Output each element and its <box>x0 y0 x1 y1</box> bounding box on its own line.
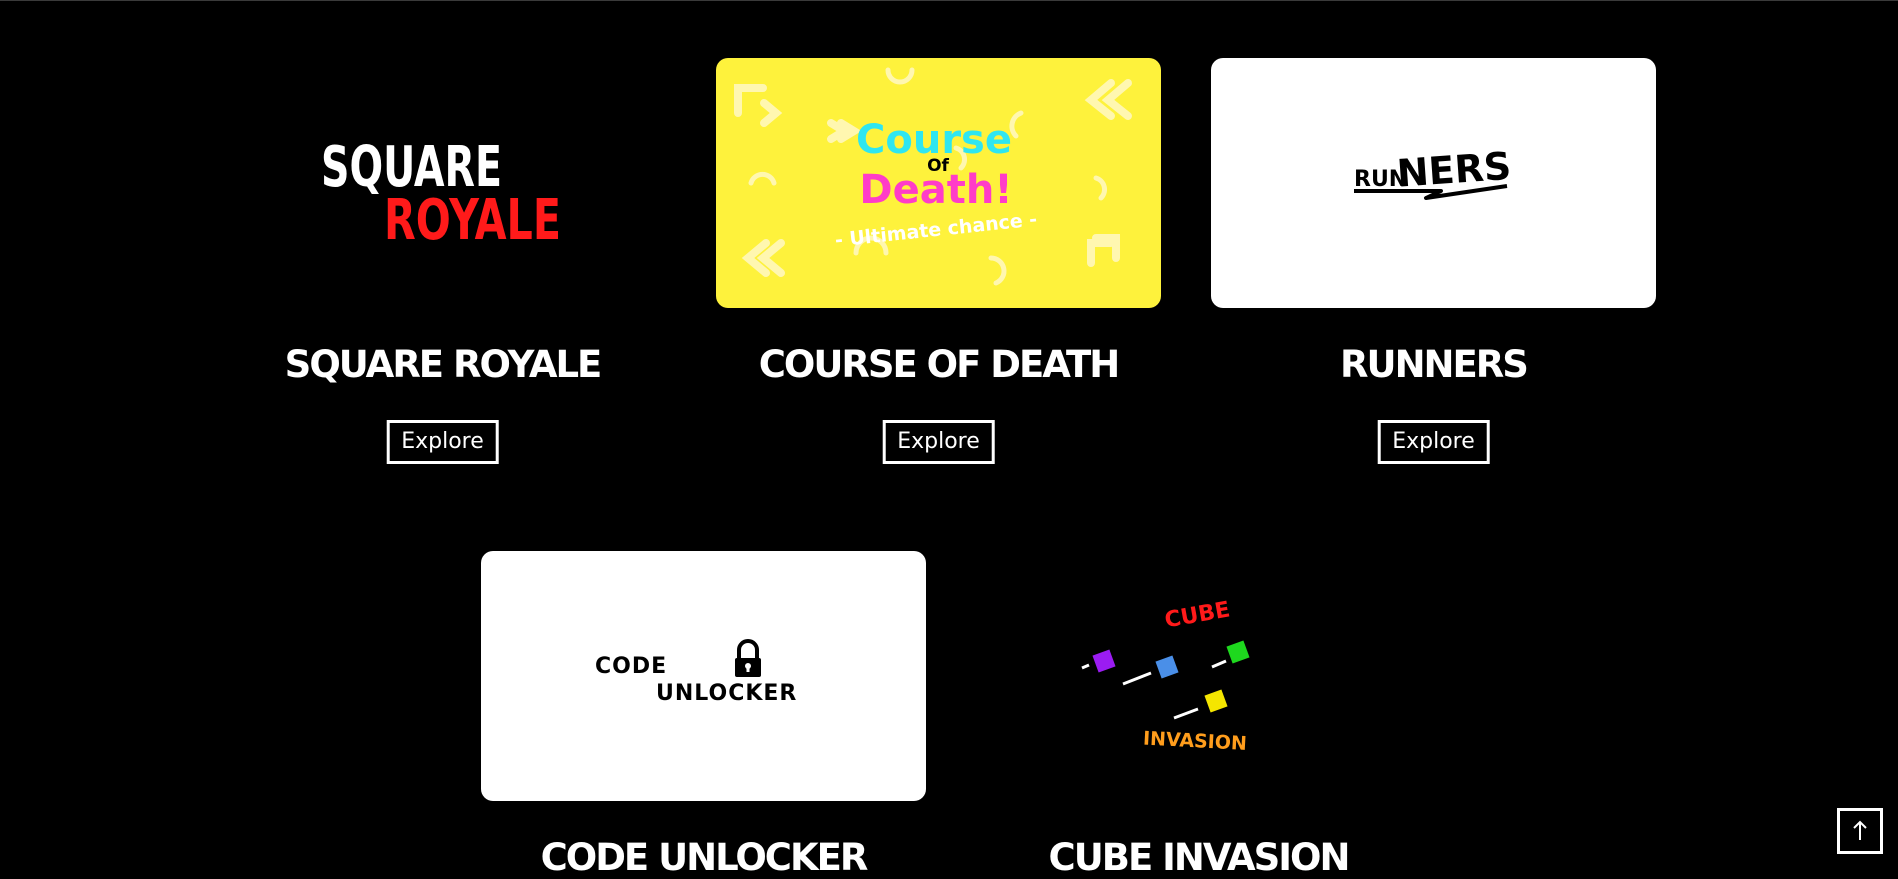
game-title: CUBE INVASION <box>1048 836 1351 879</box>
game-card-code-unlocker: CODE UNLOCKER CODE UNLOCKER <box>481 551 926 879</box>
code-unlocker-logo: CODE UNLOCKER <box>481 551 926 801</box>
arrow-up-icon <box>1853 820 1867 840</box>
logo-word-death: Death! <box>859 167 1012 213</box>
logo-line-2: UNLOCKER <box>656 681 797 706</box>
runners-thumbnail[interactable]: RUN NERS <box>1211 58 1656 308</box>
runners-logo: RUN NERS <box>1211 58 1656 308</box>
cube-invasion-thumbnail[interactable]: CUBE INVASION <box>976 551 1421 801</box>
back-to-top-button[interactable] <box>1837 808 1883 854</box>
game-card-square-royale: SQUARE ROYALE SQUARE ROYALE Explore <box>220 58 665 464</box>
game-card-course-of-death: Course Of Death! - Ultimate chance - COU… <box>716 58 1161 464</box>
explore-button[interactable]: Explore <box>882 420 995 464</box>
square-royale-logo: SQUARE ROYALE <box>220 58 665 308</box>
game-title: SQUARE ROYALE <box>284 343 603 386</box>
square-royale-thumbnail[interactable]: SQUARE ROYALE <box>220 58 665 308</box>
game-card-runners: RUN NERS RUNNERS Explore <box>1211 58 1656 464</box>
code-unlocker-thumbnail[interactable]: CODE UNLOCKER <box>481 551 926 801</box>
logo-line-2: ROYALE <box>384 188 561 253</box>
game-title: COURSE OF DEATH <box>758 343 1121 386</box>
game-title: RUNNERS <box>1340 343 1529 386</box>
logo-line-1: CODE <box>595 654 667 679</box>
top-divider <box>0 0 1898 1</box>
course-of-death-logo: Course Of Death! - Ultimate chance - <box>716 58 1161 308</box>
game-card-cube-invasion: CUBE INVASION CUBE INVASION <box>976 551 1421 879</box>
explore-button[interactable]: Explore <box>1377 420 1490 464</box>
cube-invasion-logo: CUBE INVASION <box>976 551 1421 801</box>
explore-button[interactable]: Explore <box>386 420 499 464</box>
game-title: CODE UNLOCKER <box>540 836 869 879</box>
course-of-death-thumbnail[interactable]: Course Of Death! - Ultimate chance - <box>716 58 1161 308</box>
